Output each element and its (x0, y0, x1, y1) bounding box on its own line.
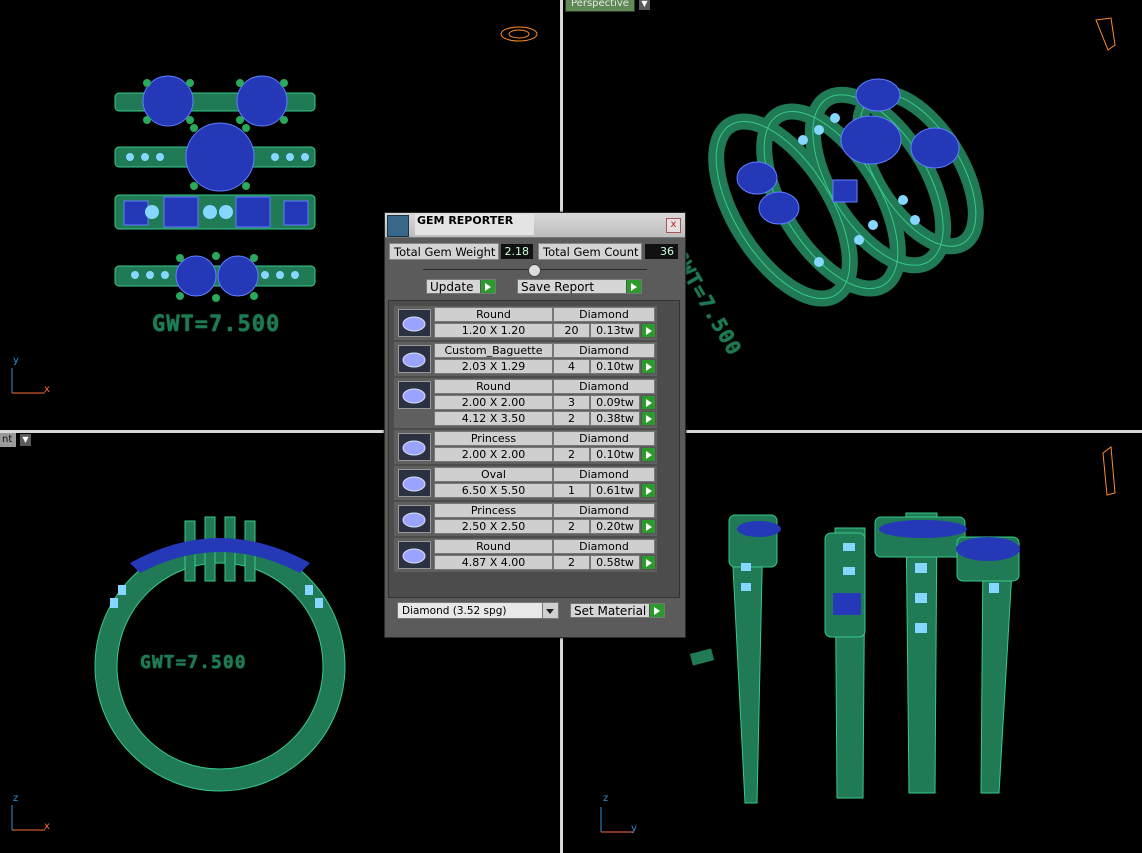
gem-group[interactable]: Round Diamond 2.00 X 2.00 3 0.09tw 4.12 X 3.5… (394, 378, 657, 428)
gem-group[interactable]: Round Diamond 1.20 X 1.20 20 0.13tw (394, 306, 657, 340)
axis-y-label: y (631, 823, 637, 834)
gem-thumbnail-icon (398, 505, 431, 533)
view-cube-icon (500, 26, 538, 42)
panel-titlebar[interactable]: GEM REPORTER x (385, 213, 685, 238)
gwt-engraving: GWT=7.500 (152, 312, 281, 337)
gem-total-weight: 0.20tw (590, 519, 640, 534)
gem-size: 2.00 X 2.00 (434, 395, 553, 410)
gem-shape: Round (434, 307, 553, 322)
axis-z-label: z (13, 793, 19, 804)
gem-shape: Round (434, 539, 553, 554)
gem-shape: Princess (434, 503, 553, 518)
gem-reporter-panel: GEM REPORTER x Total Gem Weight 2.18 Tot… (384, 212, 686, 638)
select-gem-button[interactable] (641, 555, 656, 570)
gem-total-weight: 0.58tw (590, 555, 640, 570)
gem-list[interactable]: Round Diamond 1.20 X 1.20 20 0.13tw Custom_Ba… (388, 300, 680, 598)
material-select[interactable]: Diamond (3.52 spg) (397, 602, 559, 619)
save-report-button[interactable]: Save Report (517, 279, 642, 294)
axis-z-label: z (603, 793, 609, 804)
gem-shape: Oval (434, 467, 553, 482)
gem-total-weight: 0.13tw (590, 323, 640, 338)
gem-total-weight: 0.61tw (590, 483, 640, 498)
gem-thumbnail-icon (398, 433, 431, 461)
gem-total-weight: 0.09tw (590, 395, 640, 410)
gem-total-weight: 0.10tw (590, 359, 640, 374)
gem-size: 2.00 X 2.00 (434, 447, 553, 462)
gem-material: Diamond (553, 307, 655, 322)
play-icon (626, 280, 641, 293)
close-button[interactable]: x (666, 218, 681, 233)
axis-y-label: y (13, 355, 19, 366)
gem-size: 1.20 X 1.20 (434, 323, 553, 338)
update-button[interactable]: Update (426, 279, 496, 294)
gem-count: 2 (553, 411, 590, 426)
select-gem-button[interactable] (641, 447, 656, 462)
gem-count: 20 (553, 323, 590, 338)
total-gem-count-label: Total Gem Count (538, 243, 642, 260)
gem-group[interactable]: Princess Diamond 2.50 X 2.50 2 0.20tw (394, 502, 657, 536)
gem-shape: Round (434, 379, 553, 394)
gem-material: Diamond (553, 503, 655, 518)
gem-count: 4 (553, 359, 590, 374)
gem-material: Diamond (553, 539, 655, 554)
chevron-down-icon[interactable] (542, 603, 558, 618)
gem-size: 4.87 X 4.00 (434, 555, 553, 570)
gem-thumbnail-icon (398, 469, 431, 497)
select-gem-button[interactable] (641, 483, 656, 498)
select-gem-button[interactable] (641, 359, 656, 374)
total-gem-weight-label: Total Gem Weight (389, 243, 499, 260)
gem-thumbnail-icon (398, 541, 431, 569)
gem-count: 2 (553, 555, 590, 570)
gem-reporter-icon (387, 215, 409, 237)
gem-total-weight: 0.10tw (590, 447, 640, 462)
update-button-label: Update (430, 280, 474, 294)
gem-material: Diamond (553, 343, 655, 358)
set-material-button-label: Set Material (574, 604, 647, 618)
collapse-toggle[interactable] (528, 264, 541, 277)
axis-x-label: x (44, 384, 50, 395)
play-icon (480, 280, 495, 293)
gem-thumbnail-icon (398, 345, 431, 373)
gem-shape: Custom_Baguette (434, 343, 553, 358)
play-icon (649, 604, 664, 617)
select-gem-button[interactable] (641, 411, 656, 426)
gem-material: Diamond (553, 379, 655, 394)
material-select-value: Diamond (3.52 spg) (402, 605, 507, 617)
gem-shape: Princess (434, 431, 553, 446)
gem-count: 3 (553, 395, 590, 410)
select-gem-button[interactable] (641, 519, 656, 534)
save-report-button-label: Save Report (521, 280, 595, 294)
gem-material: Diamond (553, 431, 655, 446)
set-material-button[interactable]: Set Material (570, 603, 665, 618)
gwt-engraving: GWT=7.500 (140, 652, 247, 673)
view-cube-icon (1095, 17, 1116, 51)
gem-material: Diamond (553, 467, 655, 482)
view-cube-icon (1102, 446, 1116, 496)
gem-group[interactable]: Oval Diamond 6.50 X 5.50 1 0.61tw (394, 466, 657, 500)
axis-x-label: x (44, 821, 50, 832)
gem-group[interactable]: Round Diamond 4.87 X 4.00 2 0.58tw (394, 538, 657, 572)
gem-count: 2 (553, 519, 590, 534)
select-gem-button[interactable] (641, 323, 656, 338)
gem-group[interactable]: Custom_Baguette Diamond 2.03 X 1.29 4 0.10tw (394, 342, 657, 376)
select-gem-button[interactable] (641, 395, 656, 410)
gem-count: 2 (553, 447, 590, 462)
gem-size: 2.03 X 1.29 (434, 359, 553, 374)
panel-title: GEM REPORTER (415, 214, 534, 235)
gem-size: 4.12 X 3.50 (434, 411, 553, 426)
gem-thumbnail-icon (398, 381, 431, 409)
gem-size: 2.50 X 2.50 (434, 519, 553, 534)
total-gem-weight-value: 2.18 (501, 244, 533, 259)
gem-total-weight: 0.38tw (590, 411, 640, 426)
gem-size: 6.50 X 5.50 (434, 483, 553, 498)
total-gem-count-value: 36 (645, 244, 678, 259)
gem-thumbnail-icon (398, 309, 431, 337)
gem-count: 1 (553, 483, 590, 498)
gem-group[interactable]: Princess Diamond 2.00 X 2.00 2 0.10tw (394, 430, 657, 464)
